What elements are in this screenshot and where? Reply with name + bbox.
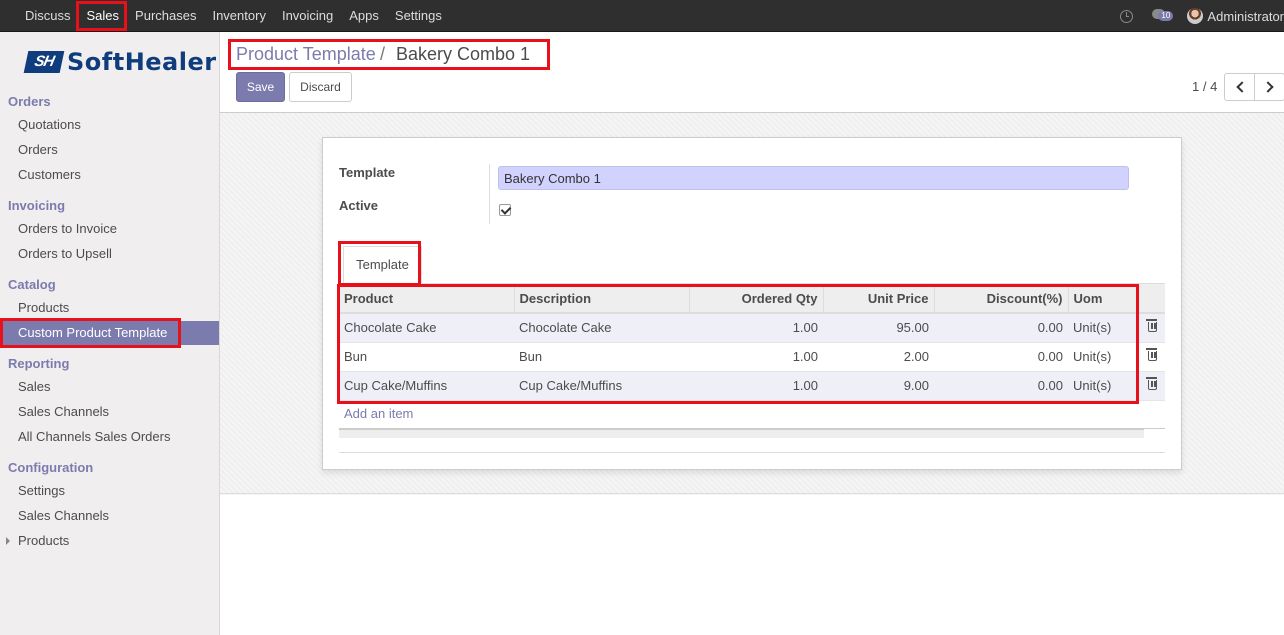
chevron-right-icon <box>1262 81 1274 93</box>
table-row[interactable]: Cup Cake/Muffins Cup Cake/Muffins 1.00 9… <box>339 371 1165 401</box>
menu-inventory[interactable]: Inventory <box>204 0 273 32</box>
sidebar-section-configuration: Configuration <box>8 460 94 475</box>
sidebar-section-invoicing: Invoicing <box>8 198 66 213</box>
table-row[interactable]: Bun Bun 1.00 2.00 0.00 Unit(s) <box>339 342 1165 372</box>
sidebar-item-config-products[interactable]: Products <box>0 529 219 553</box>
chatter-area <box>220 495 1284 635</box>
chevron-left-icon <box>1236 81 1248 93</box>
column-header-ordered-qty[interactable]: Ordered Qty <box>689 284 824 314</box>
cell-description[interactable]: Bun <box>514 342 689 372</box>
cell-description[interactable]: Chocolate Cake <box>514 313 689 343</box>
menu-invoicing[interactable]: Invoicing <box>274 0 341 32</box>
systray: 10 Administrator <box>1120 0 1284 32</box>
active-checkbox[interactable] <box>499 204 511 216</box>
column-header-actions <box>1140 284 1165 314</box>
column-header-product[interactable]: Product <box>339 284 515 314</box>
template-name-input[interactable] <box>498 166 1129 190</box>
sidebar-item-label: Products <box>18 533 70 548</box>
user-avatar[interactable] <box>1187 8 1204 24</box>
messages-button[interactable]: 10 <box>1152 8 1174 24</box>
table-row[interactable]: Chocolate Cake Chocolate Cake 1.00 95.00… <box>339 313 1165 343</box>
table-footer-line <box>339 428 1165 429</box>
cell-product[interactable]: Bun <box>339 342 514 372</box>
cell-delete <box>1140 371 1165 401</box>
menu-purchases[interactable]: Purchases <box>127 0 204 32</box>
top-navbar: Discuss Sales Purchases Inventory Invoic… <box>0 0 1284 32</box>
pager-previous-button[interactable] <box>1224 73 1255 101</box>
menu-sales[interactable]: Sales <box>79 0 128 32</box>
sidebar-item-settings[interactable]: Settings <box>0 479 219 503</box>
form-view-area: Template Active Template Product Descrip… <box>220 113 1284 494</box>
add-item-link[interactable]: Add an item <box>344 406 413 421</box>
sidebar-item-sales[interactable]: Sales <box>0 375 219 399</box>
message-count-badge: 10 <box>1158 11 1174 21</box>
pager-next-button[interactable] <box>1254 73 1284 101</box>
sidebar-item-customers[interactable]: Customers <box>0 163 219 187</box>
sidebar-item-sales-channels[interactable]: Sales Channels <box>0 400 219 424</box>
field-separator <box>489 164 490 224</box>
cell-unit-price[interactable]: 95.00 <box>823 313 934 343</box>
cell-uom[interactable]: Unit(s) <box>1068 313 1140 343</box>
sidebar-section-reporting: Reporting <box>8 356 70 371</box>
sheet-bottom-divider <box>339 452 1165 453</box>
column-header-discount[interactable]: Discount(%) <box>934 284 1069 314</box>
sidebar-item-orders[interactable]: Orders <box>0 138 219 162</box>
sidebar-item-orders-to-upsell[interactable]: Orders to Upsell <box>0 242 219 266</box>
table-header-row: Product Description Ordered Qty Unit Pri… <box>339 284 1165 314</box>
user-menu[interactable]: Administrator <box>1207 9 1284 24</box>
sidebar-item-custom-product-template[interactable]: Custom Product Template <box>0 321 219 345</box>
column-header-unit-price[interactable]: Unit Price <box>823 284 935 314</box>
breadcrumb-current: Bakery Combo 1 <box>396 44 531 64</box>
save-button[interactable]: Save <box>236 72 285 102</box>
sidebar: SH SoftHealer Orders Quotations Orders C… <box>0 32 220 635</box>
cell-unit-price[interactable]: 2.00 <box>823 342 934 372</box>
column-header-uom[interactable]: Uom <box>1068 284 1140 314</box>
cell-delete <box>1140 313 1165 343</box>
cell-discount[interactable]: 0.00 <box>934 371 1068 401</box>
sidebar-section-catalog: Catalog <box>8 277 56 292</box>
cell-description[interactable]: Cup Cake/Muffins <box>514 371 689 401</box>
pager-value: 1 / 4 <box>1192 79 1218 94</box>
cell-unit-price[interactable]: 9.00 <box>823 371 934 401</box>
sidebar-item-config-sales-channels[interactable]: Sales Channels <box>0 504 219 528</box>
sidebar-section-orders: Orders <box>8 94 51 109</box>
breadcrumb-parent[interactable]: Product Template <box>236 44 376 65</box>
breadcrumb-separator: / <box>380 44 386 64</box>
sidebar-item-all-channels-sales-orders[interactable]: All Channels Sales Orders <box>0 425 219 449</box>
cell-ordered-qty[interactable]: 1.00 <box>689 313 823 343</box>
cell-discount[interactable]: 0.00 <box>934 342 1068 372</box>
control-panel: Product Template / Bakery Combo 1 Save D… <box>220 32 1284 113</box>
template-lines-table: Product Description Ordered Qty Unit Pri… <box>339 284 1165 401</box>
logo-mark: SH <box>23 51 65 73</box>
active-label: Active <box>339 198 379 213</box>
column-header-description[interactable]: Description <box>514 284 690 314</box>
discard-button[interactable]: Discard <box>289 72 352 102</box>
cell-product[interactable]: Chocolate Cake <box>339 313 514 343</box>
cell-discount[interactable]: 0.00 <box>934 313 1068 343</box>
sidebar-item-products[interactable]: Products <box>0 296 219 320</box>
trash-icon[interactable] <box>1146 377 1157 390</box>
menu-discuss[interactable]: Discuss <box>17 0 79 32</box>
menu-apps[interactable]: Apps <box>341 0 387 32</box>
trash-icon[interactable] <box>1146 319 1157 333</box>
softhealer-logo: SH SoftHealer <box>23 48 217 76</box>
table-footer <box>339 428 1144 438</box>
caret-right-icon <box>6 537 10 545</box>
sidebar-item-quotations[interactable]: Quotations <box>0 113 219 137</box>
cell-uom[interactable]: Unit(s) <box>1068 342 1140 372</box>
logo-text: SoftHealer <box>67 48 217 76</box>
sidebar-item-orders-to-invoice[interactable]: Orders to Invoice <box>0 217 219 241</box>
tab-template[interactable]: Template <box>343 246 422 284</box>
cell-ordered-qty[interactable]: 1.00 <box>689 371 823 401</box>
template-label: Template <box>339 165 396 180</box>
cell-ordered-qty[interactable]: 1.00 <box>689 342 823 372</box>
form-sheet: Template Active Template Product Descrip… <box>322 137 1182 470</box>
cell-delete <box>1140 342 1165 372</box>
trash-icon[interactable] <box>1146 348 1157 361</box>
cell-product[interactable]: Cup Cake/Muffins <box>339 371 514 401</box>
app-menu: Discuss Sales Purchases Inventory Invoic… <box>17 0 450 32</box>
clock-icon[interactable] <box>1120 9 1134 23</box>
cell-uom[interactable]: Unit(s) <box>1068 371 1140 401</box>
menu-settings[interactable]: Settings <box>387 0 450 32</box>
